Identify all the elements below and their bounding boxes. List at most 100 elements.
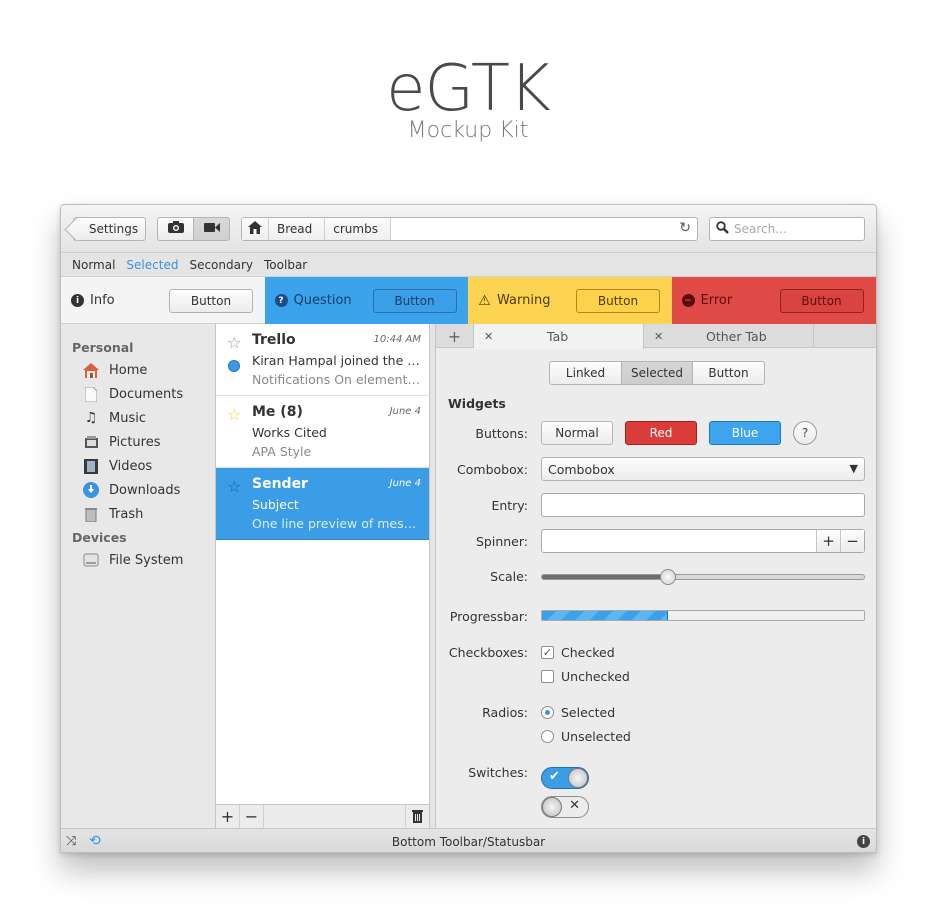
sidebar-item-downloads[interactable]: Downloads (61, 478, 215, 502)
sidebar-item-file-system[interactable]: File System (61, 548, 215, 572)
camera-button[interactable] (157, 217, 194, 241)
statusbar: ⤨ ⟲ Bottom Toolbar/Statusbar i (61, 828, 876, 852)
list-toolbar: + − (216, 804, 430, 829)
spinner-increment-icon[interactable]: + (816, 530, 840, 552)
linked-button[interactable]: Linked (549, 361, 622, 385)
list-item[interactable]: ☆ Sender June 4 Subject One line preview… (216, 468, 429, 540)
sidebar: Personal Home Documents ♫ Music Pictures… (61, 324, 216, 828)
infobar-warning-label: Warning (497, 293, 551, 308)
blue-button[interactable]: Blue (709, 421, 781, 445)
message-subject: Kiran Hampal joined the car... (252, 353, 422, 368)
trash-icon (82, 506, 100, 522)
toolbar-item-toolbar[interactable]: Toolbar (264, 258, 307, 272)
checkbox-unchecked[interactable]: Unchecked (541, 669, 630, 684)
sidebar-item-music[interactable]: ♫ Music (61, 406, 215, 430)
toolbar-item-normal[interactable]: Normal (72, 258, 115, 272)
infobars: i Info Button ? Question Button ⚠ Warning B… (61, 277, 876, 324)
trash-icon[interactable] (405, 804, 429, 829)
spinner[interactable]: + − (541, 529, 865, 553)
checkbox-label: Checked (561, 645, 615, 660)
new-tab-icon[interactable]: + (436, 324, 474, 348)
message-sender: Trello (252, 332, 296, 348)
spinner-label: Spinner: (475, 534, 528, 549)
entry-field[interactable] (541, 493, 865, 517)
radio-selected[interactable]: Selected (541, 705, 615, 720)
linked-button[interactable]: Button (692, 361, 765, 385)
sidebar-item-pictures[interactable]: Pictures (61, 430, 215, 454)
x-icon: ✕ (569, 798, 580, 813)
linked-buttons: Linked Selected Button (549, 361, 765, 385)
message-preview: Notifications On elementar... (252, 372, 422, 387)
sidebar-item-home[interactable]: Home (61, 358, 215, 382)
message-time: 10:44 AM (373, 334, 421, 345)
refresh-icon[interactable]: ↻ (679, 220, 691, 236)
warning-icon: ⚠ (478, 292, 491, 309)
list-item[interactable]: ☆ Trello 10:44 AM Kiran Hampal joined th… (216, 324, 429, 396)
radio-unselected[interactable]: Unselected (541, 729, 631, 744)
message-preview: APA Style (252, 444, 312, 459)
search-input[interactable]: Search... (709, 217, 865, 241)
tab-bar: + ✕ Tab ✕ Other Tab (436, 324, 876, 349)
message-preview: One line preview of messag... (252, 516, 422, 531)
close-icon[interactable]: ✕ (484, 330, 493, 343)
infobar-error-label: Error (700, 293, 733, 308)
progressbar-label: Progressbar: (449, 609, 528, 624)
sidebar-item-videos[interactable]: Videos (61, 454, 215, 478)
info-icon[interactable]: i (857, 835, 870, 848)
video-camera-icon (203, 222, 220, 237)
checkmark-icon: ✓ (541, 646, 554, 659)
radio-label: Selected (561, 705, 616, 720)
breadcrumb: Bread crumbs ↻ (241, 217, 698, 241)
download-icon (82, 482, 100, 498)
spinner-decrement-icon[interactable]: − (840, 530, 864, 552)
switch-off[interactable]: ✕ (541, 796, 589, 818)
home-icon (248, 221, 262, 237)
star-filled-icon[interactable]: ☆ (227, 405, 241, 424)
infobar-error-button[interactable]: Button (779, 289, 864, 313)
red-button[interactable]: Red (625, 421, 697, 445)
breadcrumb-home[interactable] (242, 218, 269, 240)
infobar-question-button[interactable]: Button (372, 289, 457, 313)
list-item[interactable]: ☆ Me (8) June 4 Works Cited APA Style (216, 396, 429, 468)
message-sender: Me (8) (252, 404, 303, 420)
message-list: ☆ Trello 10:44 AM Kiran Hampal joined th… (216, 324, 430, 804)
tab-label: Tab (547, 329, 569, 344)
breadcrumb-item[interactable]: Bread (269, 218, 326, 240)
normal-button[interactable]: Normal (541, 421, 613, 445)
star-outline-icon[interactable]: ☆ (227, 333, 241, 352)
switches-label: Switches: (468, 765, 528, 780)
close-icon[interactable]: ✕ (654, 330, 663, 343)
switch-knob (568, 768, 588, 788)
combobox[interactable]: Combobox ▼ (541, 457, 865, 481)
sidebar-item-documents[interactable]: Documents (61, 382, 215, 406)
sidebar-item-trash[interactable]: Trash (61, 502, 215, 526)
hero-title: eGTK (386, 52, 551, 126)
switch-on[interactable]: ✔ (541, 767, 589, 789)
tab-other[interactable]: ✕ Other Tab (644, 324, 814, 348)
toolbar-item-selected[interactable]: Selected (126, 258, 178, 272)
infobar-question-label: Question (293, 293, 352, 308)
scale-handle[interactable] (659, 569, 676, 585)
checkbox-checked[interactable]: ✓ Checked (541, 645, 615, 660)
video-button[interactable] (193, 217, 230, 241)
infobar-info: i Info Button (61, 277, 265, 324)
star-outline-icon[interactable]: ☆ (227, 477, 241, 496)
infobar-info-button[interactable]: Button (169, 289, 253, 313)
back-button[interactable]: Settings (73, 217, 146, 241)
infobar-warning-button[interactable]: Button (576, 289, 660, 313)
sidebar-item-label: Videos (109, 458, 153, 474)
add-icon[interactable]: + (216, 804, 240, 829)
linked-button-selected[interactable]: Selected (621, 361, 693, 385)
remove-icon[interactable]: − (240, 804, 264, 829)
radio-label: Unselected (561, 729, 631, 744)
film-icon (82, 458, 100, 474)
switch-knob (542, 797, 562, 817)
hero-subtitle: Mockup Kit (407, 118, 529, 143)
sidebar-item-label: Downloads (109, 482, 181, 498)
tab-active[interactable]: ✕ Tab (474, 324, 644, 349)
help-button[interactable]: ? (793, 421, 817, 445)
toolbar-item-secondary[interactable]: Secondary (189, 258, 253, 272)
scale-slider[interactable] (541, 569, 865, 585)
pictures-icon (82, 434, 100, 450)
breadcrumb-item[interactable]: crumbs (325, 218, 391, 240)
